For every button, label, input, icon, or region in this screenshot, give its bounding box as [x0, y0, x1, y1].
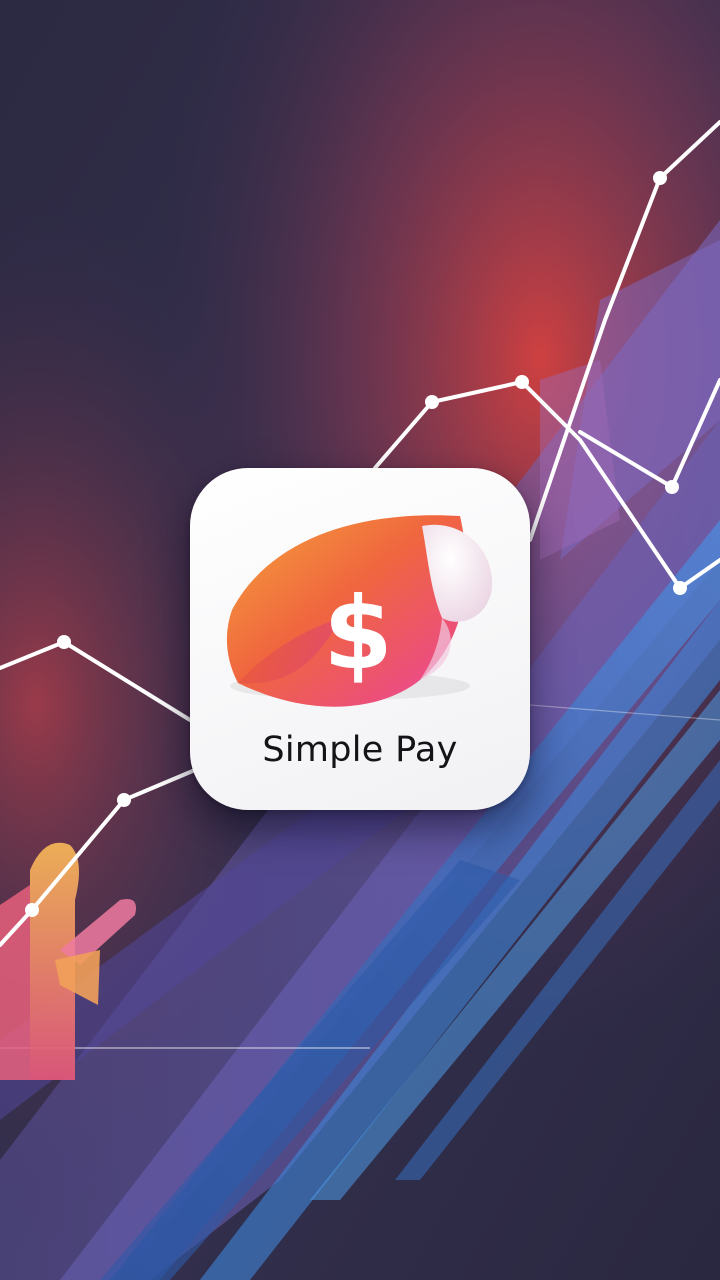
dollar-sign: $	[323, 575, 393, 692]
app-name-label: Simple Pay	[262, 730, 458, 770]
app-icon[interactable]: $ Simple Pay	[190, 468, 530, 810]
